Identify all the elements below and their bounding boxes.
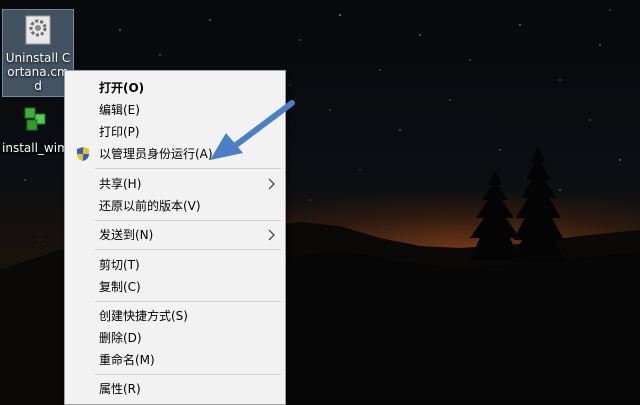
menu-item-edit[interactable]: 编辑(E) [65, 99, 285, 121]
desktop-icon-uninstall-cortana[interactable]: Uninstall Cortana.cmd [2, 9, 74, 97]
menu-separator [95, 168, 281, 169]
menu-item-restore-previous-versions[interactable]: 还原以前的版本(V) [65, 195, 285, 217]
menu-item-label: 属性(R) [99, 382, 141, 396]
menu-item-label: 复制(C) [99, 280, 141, 294]
menu-item-label: 编辑(E) [99, 103, 140, 117]
menu-separator [95, 301, 281, 302]
menu-item-copy[interactable]: 复制(C) [65, 276, 285, 298]
menu-item-label: 共享(H) [99, 177, 142, 191]
menu-item-print[interactable]: 打印(P) [65, 121, 285, 143]
menu-item-open[interactable]: 打开(O) [65, 77, 285, 99]
menu-item-label: 打开(O) [99, 81, 145, 95]
menu-item-label: 剪切(T) [99, 258, 140, 272]
menu-item-run-as-admin[interactable]: 以管理员身份运行(A) [65, 143, 285, 165]
context-menu: 打开(O) 编辑(E) 打印(P) 以管理员身份运行(A) 共享(H) 还原以前… [64, 70, 286, 405]
menu-separator [95, 249, 281, 250]
menu-item-label: 以管理员身份运行(A) [99, 147, 213, 161]
menu-item-cut[interactable]: 剪切(T) [65, 254, 285, 276]
desktop-icon-label: install_wim [2, 141, 69, 155]
menu-item-properties[interactable]: 属性(R) [65, 378, 285, 400]
menu-item-rename[interactable]: 重命名(M) [65, 349, 285, 371]
menu-item-delete[interactable]: 删除(D) [65, 327, 285, 349]
menu-item-share[interactable]: 共享(H) [65, 173, 285, 195]
menu-item-label: 重命名(M) [99, 353, 155, 367]
green-cubes-icon [24, 107, 46, 131]
menu-item-label: 创建快捷方式(S) [99, 309, 188, 323]
menu-item-label: 删除(D) [99, 331, 142, 345]
menu-item-label: 打印(P) [99, 125, 140, 139]
uac-shield-icon [77, 147, 89, 161]
menu-item-send-to[interactable]: 发送到(N) [65, 224, 285, 246]
menu-separator [95, 220, 281, 221]
menu-separator [95, 374, 281, 375]
menu-item-label: 还原以前的版本(V) [99, 199, 201, 213]
menu-item-create-shortcut[interactable]: 创建快捷方式(S) [65, 305, 285, 327]
settings-gear-file-icon [25, 15, 51, 45]
chevron-right-icon [268, 178, 275, 190]
desktop-icon-install-wim[interactable]: install_wim [0, 100, 70, 158]
chevron-right-icon [268, 229, 275, 241]
desktop-icon-label: Uninstall Cortana.cmd [5, 51, 71, 93]
menu-item-label: 发送到(N) [99, 228, 154, 242]
